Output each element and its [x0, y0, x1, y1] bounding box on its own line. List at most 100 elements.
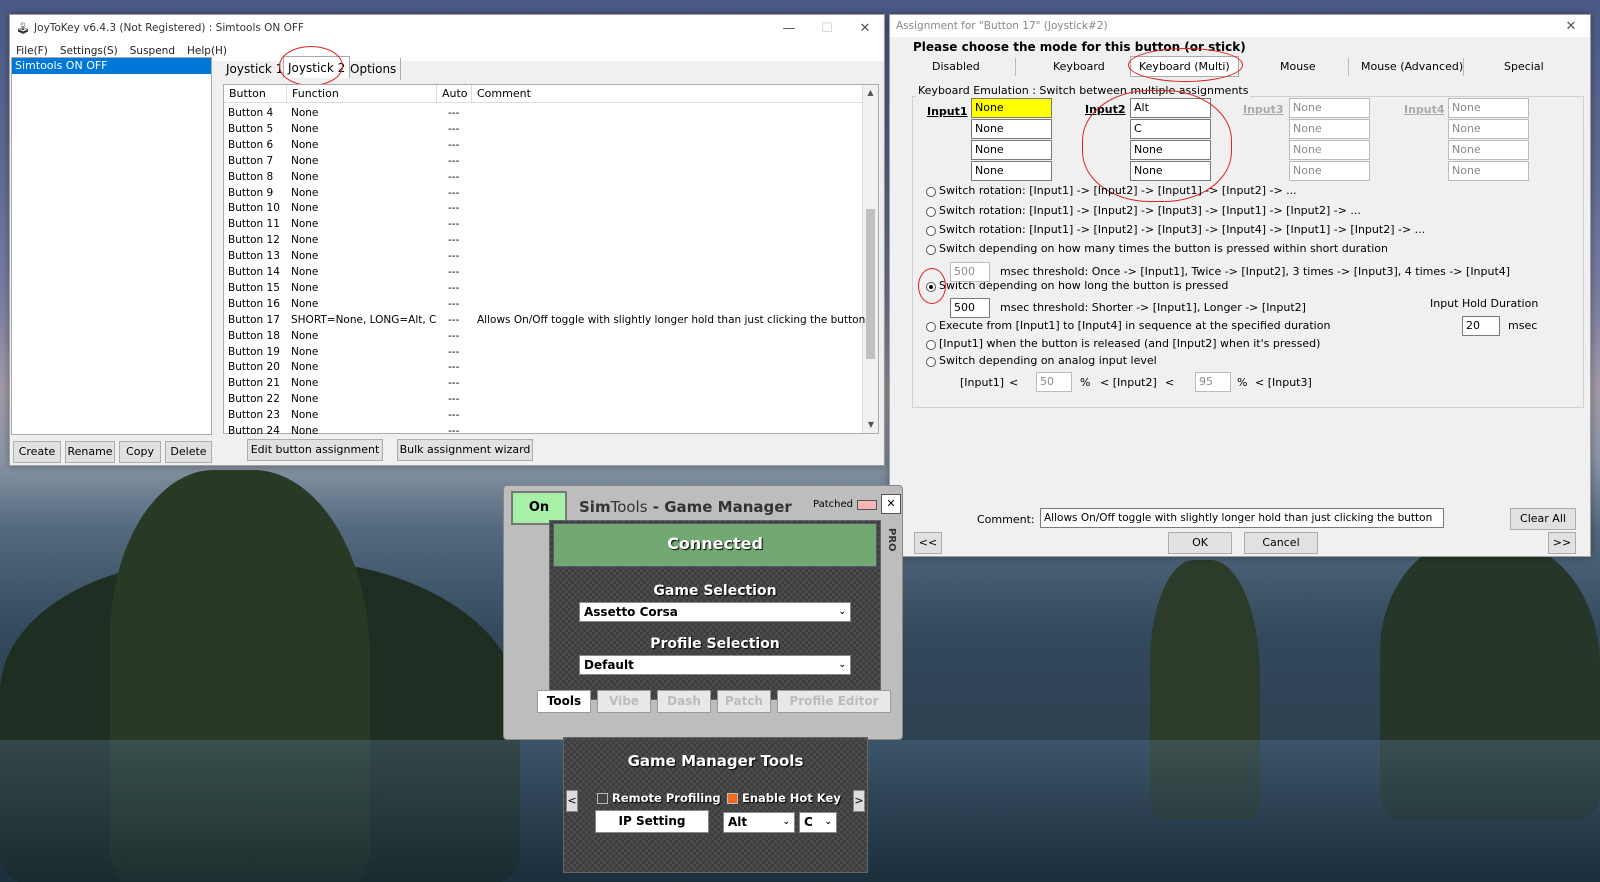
tab-patch[interactable]: Patch	[717, 690, 771, 713]
ok-button[interactable]: OK	[1168, 532, 1232, 554]
table-row[interactable]: Button 22 None ---	[228, 392, 868, 408]
input4-slot-3[interactable]: None	[1448, 140, 1529, 160]
option-radio-3[interactable]	[926, 226, 936, 236]
hotkey-key-dropdown[interactable]: C ⌄	[799, 812, 837, 833]
cell-auto: ---	[448, 186, 460, 199]
menu-suspend[interactable]: Suspend	[124, 45, 181, 57]
tab-dash[interactable]: Dash	[657, 690, 711, 713]
table-row[interactable]: Button 15 None ---	[228, 281, 868, 297]
analog-threshold-2[interactable]: 95	[1195, 372, 1231, 392]
table-row[interactable]: Button 21 None ---	[228, 376, 868, 392]
comment-input[interactable]: Allows On/Off toggle with slightly longe…	[1040, 508, 1444, 528]
input1-slot-1[interactable]: None	[971, 98, 1052, 118]
input1-slot-2[interactable]: None	[971, 119, 1052, 139]
clear-all-button[interactable]: Clear All	[1510, 508, 1576, 530]
tab-joystick-1[interactable]: Joystick 1	[222, 58, 287, 80]
table-row[interactable]: Button 10 None ---	[228, 201, 868, 217]
mode-disabled[interactable]: Disabled	[932, 60, 980, 73]
profile-selection-dropdown[interactable]: Default ⌄	[579, 655, 851, 675]
close-icon[interactable]: ✕	[1552, 19, 1590, 34]
hold-duration-input[interactable]: 20	[1462, 316, 1500, 336]
mode-special[interactable]: Special	[1504, 60, 1544, 73]
delete-profile-button[interactable]: Delete	[165, 441, 212, 463]
count-threshold-input[interactable]: 500	[950, 262, 990, 282]
column-header-auto[interactable]: Auto	[442, 85, 468, 103]
close-icon[interactable]: ✕	[846, 21, 884, 36]
enable-hot-key-checkbox[interactable]	[727, 793, 738, 804]
table-row[interactable]: Button 5 None ---	[228, 122, 868, 138]
game-selection-dropdown[interactable]: Assetto Corsa ⌄	[579, 602, 851, 622]
bulk-assignment-wizard-button[interactable]: Bulk assignment wizard	[397, 439, 533, 461]
column-header-comment[interactable]: Comment	[477, 85, 531, 103]
mode-keyboard[interactable]: Keyboard	[1053, 60, 1105, 73]
patched-indicator	[857, 500, 877, 510]
table-row[interactable]: Button 8 None ---	[228, 170, 868, 186]
table-row[interactable]: Button 18 None ---	[228, 329, 868, 345]
input4-slot-1[interactable]: None	[1448, 98, 1529, 118]
mode-mouse-advanced[interactable]: Mouse (Advanced)	[1361, 60, 1463, 73]
option-radio-2[interactable]	[926, 207, 936, 217]
input4-slot-2[interactable]: None	[1448, 119, 1529, 139]
column-header-button[interactable]: Button	[229, 85, 266, 103]
input3-slot-2[interactable]: None	[1289, 119, 1370, 139]
option-radio-6[interactable]	[926, 322, 936, 332]
table-row[interactable]: Button 7 None ---	[228, 154, 868, 170]
create-profile-button[interactable]: Create	[13, 441, 61, 463]
tools-next-arrow[interactable]: >	[853, 790, 865, 812]
simtools-close-button[interactable]: ✕	[881, 494, 901, 514]
minimize-icon[interactable]: —	[770, 21, 808, 36]
menu-file[interactable]: File(F)	[10, 45, 54, 57]
next-button[interactable]: >>	[1548, 532, 1576, 554]
maximize-icon[interactable]: ☐	[808, 21, 846, 36]
hold-threshold-input[interactable]: 500	[950, 298, 990, 318]
table-row[interactable]: Button 20 None ---	[228, 360, 868, 376]
table-row[interactable]: Button 6 None ---	[228, 138, 868, 154]
menu-help[interactable]: Help(H)	[181, 45, 233, 57]
option-radio-4[interactable]	[926, 245, 936, 255]
analog-threshold-1[interactable]: 50	[1036, 372, 1072, 392]
table-row[interactable]: Button 12 None ---	[228, 233, 868, 249]
column-header-function[interactable]: Function	[292, 85, 339, 103]
input3-slot-1[interactable]: None	[1289, 98, 1370, 118]
input1-slot-4[interactable]: None	[971, 161, 1052, 181]
cell-button: Button 8	[228, 170, 274, 183]
profile-item[interactable]: Simtools ON OFF	[12, 58, 211, 74]
previous-button[interactable]: <<	[914, 532, 942, 554]
input3-slot-4[interactable]: None	[1289, 161, 1370, 181]
tab-options[interactable]: Options	[346, 58, 402, 80]
table-row[interactable]: Button 24 None ---	[228, 424, 868, 440]
scroll-up-icon[interactable]: ▲	[863, 85, 878, 101]
rename-profile-button[interactable]: Rename	[65, 441, 115, 463]
option-radio-1[interactable]	[926, 187, 936, 197]
tools-prev-arrow[interactable]: <	[566, 790, 578, 812]
table-row[interactable]: Button 13 None ---	[228, 249, 868, 265]
table-row[interactable]: Button 11 None ---	[228, 217, 868, 233]
option-radio-7[interactable]	[926, 340, 936, 350]
cell-function: None	[291, 297, 319, 310]
mode-mouse[interactable]: Mouse	[1280, 60, 1316, 73]
table-row[interactable]: Button 9 None ---	[228, 186, 868, 202]
chevron-down-icon: ⌄	[838, 607, 846, 617]
tab-vibe[interactable]: Vibe	[597, 690, 651, 713]
option-radio-8[interactable]	[926, 357, 936, 367]
hotkey-modifier-dropdown[interactable]: Alt ⌄	[723, 812, 795, 833]
tab-tools[interactable]: Tools	[537, 690, 591, 713]
profile-list[interactable]: Simtools ON OFF	[11, 57, 212, 435]
input4-slot-4[interactable]: None	[1448, 161, 1529, 181]
remote-profiling-checkbox[interactable]	[597, 793, 608, 804]
cancel-button[interactable]: Cancel	[1244, 532, 1318, 554]
input3-slot-3[interactable]: None	[1289, 140, 1370, 160]
table-row[interactable]: Button 19 None ---	[228, 345, 868, 361]
input4-label: Input4	[1404, 103, 1445, 116]
input1-slot-3[interactable]: None	[971, 140, 1052, 160]
table-row[interactable]: Button 4 None ---	[228, 106, 868, 122]
tab-profile-editor[interactable]: Profile Editor	[777, 690, 891, 713]
edit-button-assignment-button[interactable]: Edit button assignment	[247, 439, 383, 461]
table-row[interactable]: Button 17 SHORT=None, LONG=Alt, C --- Allow…	[228, 313, 868, 329]
copy-profile-button[interactable]: Copy	[119, 441, 161, 463]
menu-settings[interactable]: Settings(S)	[54, 45, 124, 57]
table-row[interactable]: Button 16 None ---	[228, 297, 868, 313]
table-row[interactable]: Button 23 None ---	[228, 408, 868, 424]
ip-setting-button[interactable]: IP Setting	[595, 810, 709, 833]
table-row[interactable]: Button 14 None ---	[228, 265, 868, 281]
